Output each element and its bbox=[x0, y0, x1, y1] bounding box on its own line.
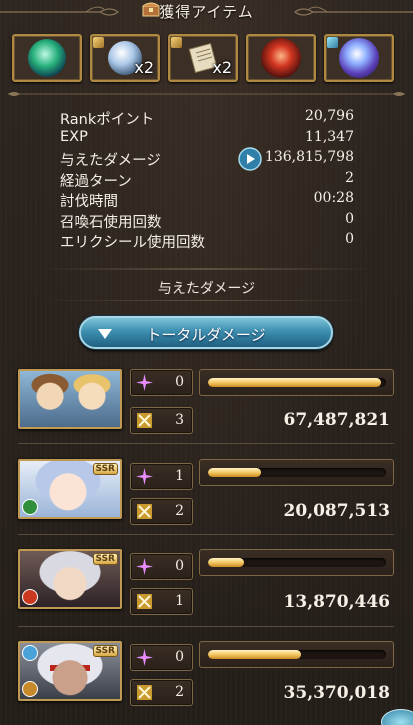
stat-label: EXP bbox=[60, 128, 88, 145]
stat-damage: 与えたダメージ 136,815,798 bbox=[60, 147, 354, 171]
crossed-swords-icon bbox=[137, 413, 152, 428]
item-silver-orb[interactable]: x2 bbox=[90, 34, 160, 82]
stat-turns: 経過ターン 2 bbox=[60, 168, 354, 190]
character-portrait[interactable]: SSR bbox=[18, 549, 122, 609]
damage-bar-fill bbox=[208, 468, 262, 477]
clip-icon bbox=[171, 37, 182, 48]
ca-count: 0 bbox=[175, 374, 184, 390]
stat-value: 0 bbox=[345, 231, 354, 247]
stat-elixir-uses: エリクシール使用回数 0 bbox=[60, 229, 354, 251]
damage-section-title: 与えたダメージ bbox=[157, 281, 256, 297]
total-damage-toggle[interactable]: トータルダメージ bbox=[79, 316, 333, 349]
ca-count: 0 bbox=[175, 558, 184, 574]
wind-element-icon bbox=[22, 499, 38, 515]
green-orb-icon bbox=[28, 39, 66, 77]
ca-count-badge: 0 bbox=[130, 553, 193, 580]
sparkle-icon bbox=[136, 649, 153, 666]
damage-bar-track bbox=[208, 558, 386, 567]
ca-count-badge: 0 bbox=[130, 369, 193, 396]
damage-bar-fill bbox=[208, 558, 244, 567]
ca-count-badge: 0 bbox=[130, 644, 193, 671]
character-row: SSR 1 2 20,087,513 bbox=[18, 459, 398, 529]
stat-value: 0 bbox=[345, 210, 354, 227]
ca-count: 1 bbox=[175, 468, 184, 484]
character-damage: 35,370,018 bbox=[283, 683, 390, 703]
row-separator bbox=[18, 443, 394, 444]
character-row: SSR 0 1 13,870,446 bbox=[18, 549, 398, 619]
stat-value: 2 bbox=[345, 169, 354, 186]
stat-value: 11,347 bbox=[305, 128, 354, 145]
damage-bar bbox=[199, 641, 394, 668]
attack-count: 2 bbox=[175, 684, 184, 700]
item-blue-orb[interactable] bbox=[324, 34, 394, 82]
damage-bar bbox=[199, 549, 394, 576]
damage-bar-track bbox=[208, 378, 386, 387]
damage-bar-track bbox=[208, 468, 386, 477]
clip-icon bbox=[93, 37, 104, 48]
ca-count-badge: 1 bbox=[130, 463, 193, 490]
attack-count-badge: 1 bbox=[130, 588, 193, 615]
crossed-swords-icon bbox=[137, 504, 152, 519]
stat-value: 00:28 bbox=[313, 190, 354, 206]
red-orb-icon bbox=[261, 38, 301, 78]
attack-count-badge: 3 bbox=[130, 407, 193, 434]
stat-time: 討伐時間 00:28 bbox=[60, 188, 354, 210]
damage-bar-track bbox=[208, 650, 386, 659]
light-element-icon bbox=[22, 681, 38, 697]
crossed-swords-icon bbox=[137, 594, 152, 609]
character-row: 0 3 67,487,821 bbox=[18, 369, 398, 439]
attack-count: 1 bbox=[175, 593, 184, 609]
item-count: x2 bbox=[134, 58, 154, 77]
ssr-badge: SSR bbox=[92, 645, 118, 657]
sparkle-icon bbox=[136, 374, 153, 391]
character-damage: 13,870,446 bbox=[283, 592, 390, 612]
character-portrait[interactable]: SSR bbox=[18, 641, 122, 701]
sparkle-icon bbox=[136, 558, 153, 575]
ornament-divider bbox=[8, 92, 405, 96]
divider bbox=[40, 300, 373, 301]
sparkle-icon bbox=[136, 468, 153, 485]
item-scroll[interactable]: x2 bbox=[168, 34, 238, 82]
item-list: x2 x2 bbox=[12, 34, 402, 84]
ssr-badge: SSR bbox=[92, 463, 118, 475]
character-damage: 20,087,513 bbox=[283, 501, 390, 521]
chest-mark-icon bbox=[327, 37, 338, 48]
attack-count-badge: 2 bbox=[130, 679, 193, 706]
ssr-badge: SSR bbox=[92, 553, 118, 565]
battle-stats: Rankポイント 20,796 EXP 11,347 与えたダメージ 136,8… bbox=[60, 106, 354, 251]
fire-element-icon bbox=[22, 589, 38, 605]
damage-bar-fill bbox=[208, 650, 301, 659]
attack-count: 2 bbox=[175, 503, 184, 519]
damage-bar bbox=[199, 459, 394, 486]
portrait-art bbox=[20, 371, 120, 427]
stat-summon-uses: 召喚石使用回数 0 bbox=[60, 209, 354, 231]
stat-label: エリクシール使用回数 bbox=[60, 235, 205, 251]
character-row: SSR 0 2 35,370,018 bbox=[18, 641, 398, 711]
damage-bar-fill bbox=[208, 378, 381, 387]
divider bbox=[40, 268, 373, 270]
row-separator bbox=[18, 534, 394, 535]
damage-bar bbox=[199, 369, 394, 396]
item-red-orb[interactable] bbox=[246, 34, 316, 82]
stat-rank-points: Rankポイント 20,796 bbox=[60, 106, 354, 128]
stat-value: 136,815,798 bbox=[264, 149, 354, 165]
attack-count-badge: 2 bbox=[130, 498, 193, 525]
crossed-swords-icon bbox=[137, 685, 152, 700]
water-element-icon bbox=[22, 645, 38, 661]
character-damage: 67,487,821 bbox=[283, 410, 390, 430]
blue-orb-icon bbox=[339, 38, 379, 78]
stat-exp: EXP 11,347 bbox=[60, 127, 354, 148]
item-count: x2 bbox=[212, 58, 232, 77]
ca-count: 0 bbox=[175, 649, 184, 665]
stat-value: 20,796 bbox=[305, 108, 354, 124]
character-portrait[interactable]: SSR bbox=[18, 459, 122, 519]
character-portrait[interactable] bbox=[18, 369, 122, 429]
header-ornament-right bbox=[293, 6, 413, 16]
row-separator bbox=[18, 626, 394, 627]
toggle-label: トータルダメージ bbox=[146, 326, 266, 344]
item-green-orb[interactable] bbox=[12, 34, 82, 82]
attack-count: 3 bbox=[175, 412, 184, 428]
items-header: 獲得アイテム bbox=[0, 0, 413, 26]
